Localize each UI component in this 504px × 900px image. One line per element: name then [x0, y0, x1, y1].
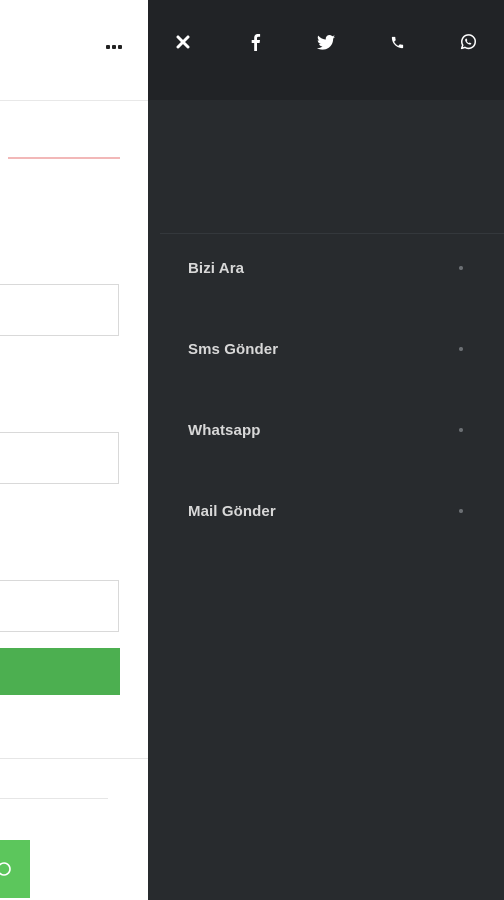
menu-item-call[interactable]: Bizi Ara: [148, 258, 504, 339]
divider: [0, 798, 108, 799]
whatsapp-icon: [0, 862, 11, 876]
more-icon[interactable]: [104, 40, 124, 54]
divider: [160, 233, 504, 234]
twitter-icon[interactable]: [314, 30, 338, 54]
offcanvas-menu: Bizi Ara Sms Gönder Whatsapp Mail Gönder: [148, 0, 504, 900]
dot-icon: [459, 509, 463, 513]
menu-item-label: Bizi Ara: [188, 260, 245, 277]
close-icon[interactable]: [171, 30, 195, 54]
dot-icon: [459, 347, 463, 351]
divider: [0, 758, 148, 759]
background-page: [0, 0, 148, 900]
form-input-1[interactable]: [0, 284, 119, 336]
contact-menu: Bizi Ara Sms Gönder Whatsapp Mail Gönder: [148, 258, 504, 582]
submit-button[interactable]: [0, 648, 120, 695]
title-underline: [8, 157, 120, 159]
whatsapp-icon[interactable]: [456, 30, 480, 54]
menu-item-label: Sms Gönder: [188, 341, 279, 358]
menu-item-whatsapp[interactable]: Whatsapp: [148, 420, 504, 501]
menu-item-label: Whatsapp: [188, 422, 261, 439]
dot-icon: [459, 428, 463, 432]
menu-item-label: Mail Gönder: [188, 503, 276, 520]
phone-icon[interactable]: [385, 30, 409, 54]
page-header: [0, 0, 148, 101]
facebook-icon[interactable]: [243, 30, 267, 54]
menu-item-mail[interactable]: Mail Gönder: [148, 501, 504, 582]
form-input-3[interactable]: [0, 580, 119, 632]
menu-item-sms[interactable]: Sms Gönder: [148, 339, 504, 420]
social-bar: [148, 0, 504, 100]
dot-icon: [459, 266, 463, 270]
whatsapp-float-button[interactable]: [0, 840, 30, 898]
form-input-2[interactable]: [0, 432, 119, 484]
